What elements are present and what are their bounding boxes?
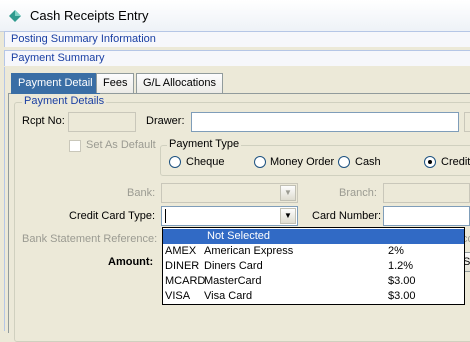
- payment-summary-header[interactable]: Payment Summary: [4, 50, 470, 66]
- dropdown-option-fee: $3.00: [388, 275, 416, 287]
- radio-cheque[interactable]: [169, 156, 181, 168]
- tab-payment-detail[interactable]: Payment Detail: [11, 73, 100, 94]
- dropdown-option-fee: $3.00: [388, 290, 416, 302]
- radio-cash-label: Cash: [355, 156, 381, 168]
- dropdown-option-name: American Express: [204, 245, 294, 257]
- window-title: Cash Receipts Entry: [30, 8, 149, 23]
- credit-card-type-combo[interactable]: ▼: [161, 206, 298, 226]
- branch-label: Branch:: [339, 187, 377, 199]
- dropdown-option-code: DINER: [165, 260, 200, 272]
- dropdown-option-code: AMEX: [165, 245, 197, 257]
- tab-fees-label: Fees: [103, 77, 128, 89]
- text-caret: [165, 209, 166, 223]
- credit-card-dropdown-list: Not Selected AMEX American Express 2% DI…: [162, 227, 465, 305]
- app-diamond-icon: [9, 10, 21, 22]
- dropdown-option-name: MasterCard: [204, 275, 262, 287]
- tab-payment-detail-label: Payment Detail: [18, 77, 93, 89]
- payment-type-legend: Payment Type: [167, 138, 242, 150]
- payment-summary-label: Payment Summary: [11, 52, 105, 64]
- title-bar: Cash Receipts Entry: [0, 0, 470, 32]
- dropdown-option-amex[interactable]: AMEX American Express 2%: [163, 244, 464, 259]
- bank-statement-reference-label: Bank Statement Reference:: [22, 233, 158, 245]
- dropdown-option-fee: 2%: [388, 245, 404, 257]
- radio-cash[interactable]: [338, 156, 350, 168]
- rcpt-no-field: [68, 112, 136, 132]
- dropdown-option-name: Not Selected: [207, 230, 270, 242]
- posting-summary-header[interactable]: Posting Summary Information: [4, 31, 470, 47]
- credit-card-dropdown-arrow-icon[interactable]: ▼: [280, 208, 296, 224]
- dropdown-option-code: VISA: [165, 290, 191, 302]
- radio-money-order-label: Money Order: [270, 156, 335, 168]
- radio-credit[interactable]: [424, 156, 436, 168]
- tab-gl-allocations-label: G/L Allocations: [143, 77, 216, 89]
- section-guide-line: [4, 67, 5, 331]
- set-as-default-checkbox: [69, 140, 81, 152]
- radio-cheque-label: Cheque: [186, 156, 225, 168]
- dropdown-option-diner[interactable]: DINER Diners Card 1.2%: [163, 259, 464, 274]
- tab-gl-allocations[interactable]: G/L Allocations: [136, 73, 223, 93]
- credit-card-type-label: Credit Card Type:: [69, 210, 156, 222]
- radio-money-order[interactable]: [254, 156, 266, 168]
- amount-label: Amount:: [108, 256, 154, 268]
- dropdown-option-name: Visa Card: [204, 290, 253, 302]
- bank-dropdown-arrow-icon: ▼: [280, 185, 296, 201]
- drawer-side-button[interactable]: [464, 112, 470, 132]
- rcpt-no-label: Rcpt No:: [22, 115, 65, 127]
- branch-field: [383, 183, 470, 203]
- dropdown-option-not-selected[interactable]: Not Selected: [163, 229, 464, 244]
- dropdown-option-visa[interactable]: VISA Visa Card $3.00: [163, 289, 464, 304]
- dropdown-option-fee: 1.2%: [388, 260, 414, 272]
- drawer-field[interactable]: [191, 112, 459, 132]
- radio-credit-label: Credit: [441, 156, 470, 168]
- bank-combo: ▼: [161, 183, 298, 203]
- set-as-default-label: Set As Default: [86, 139, 156, 151]
- payment-details-legend: Payment Details: [22, 95, 107, 107]
- tab-fees[interactable]: Fees: [96, 73, 135, 93]
- card-number-label: Card Number:: [312, 210, 382, 222]
- dropdown-option-name: Diners Card: [204, 260, 263, 272]
- dropdown-option-mcard[interactable]: MCARD MasterCard $3.00: [163, 274, 464, 289]
- bank-label: Bank:: [127, 187, 156, 199]
- drawer-label: Drawer:: [146, 115, 185, 127]
- card-number-field[interactable]: [383, 206, 470, 226]
- dropdown-option-code: MCARD: [165, 275, 206, 287]
- posting-summary-label: Posting Summary Information: [11, 33, 156, 45]
